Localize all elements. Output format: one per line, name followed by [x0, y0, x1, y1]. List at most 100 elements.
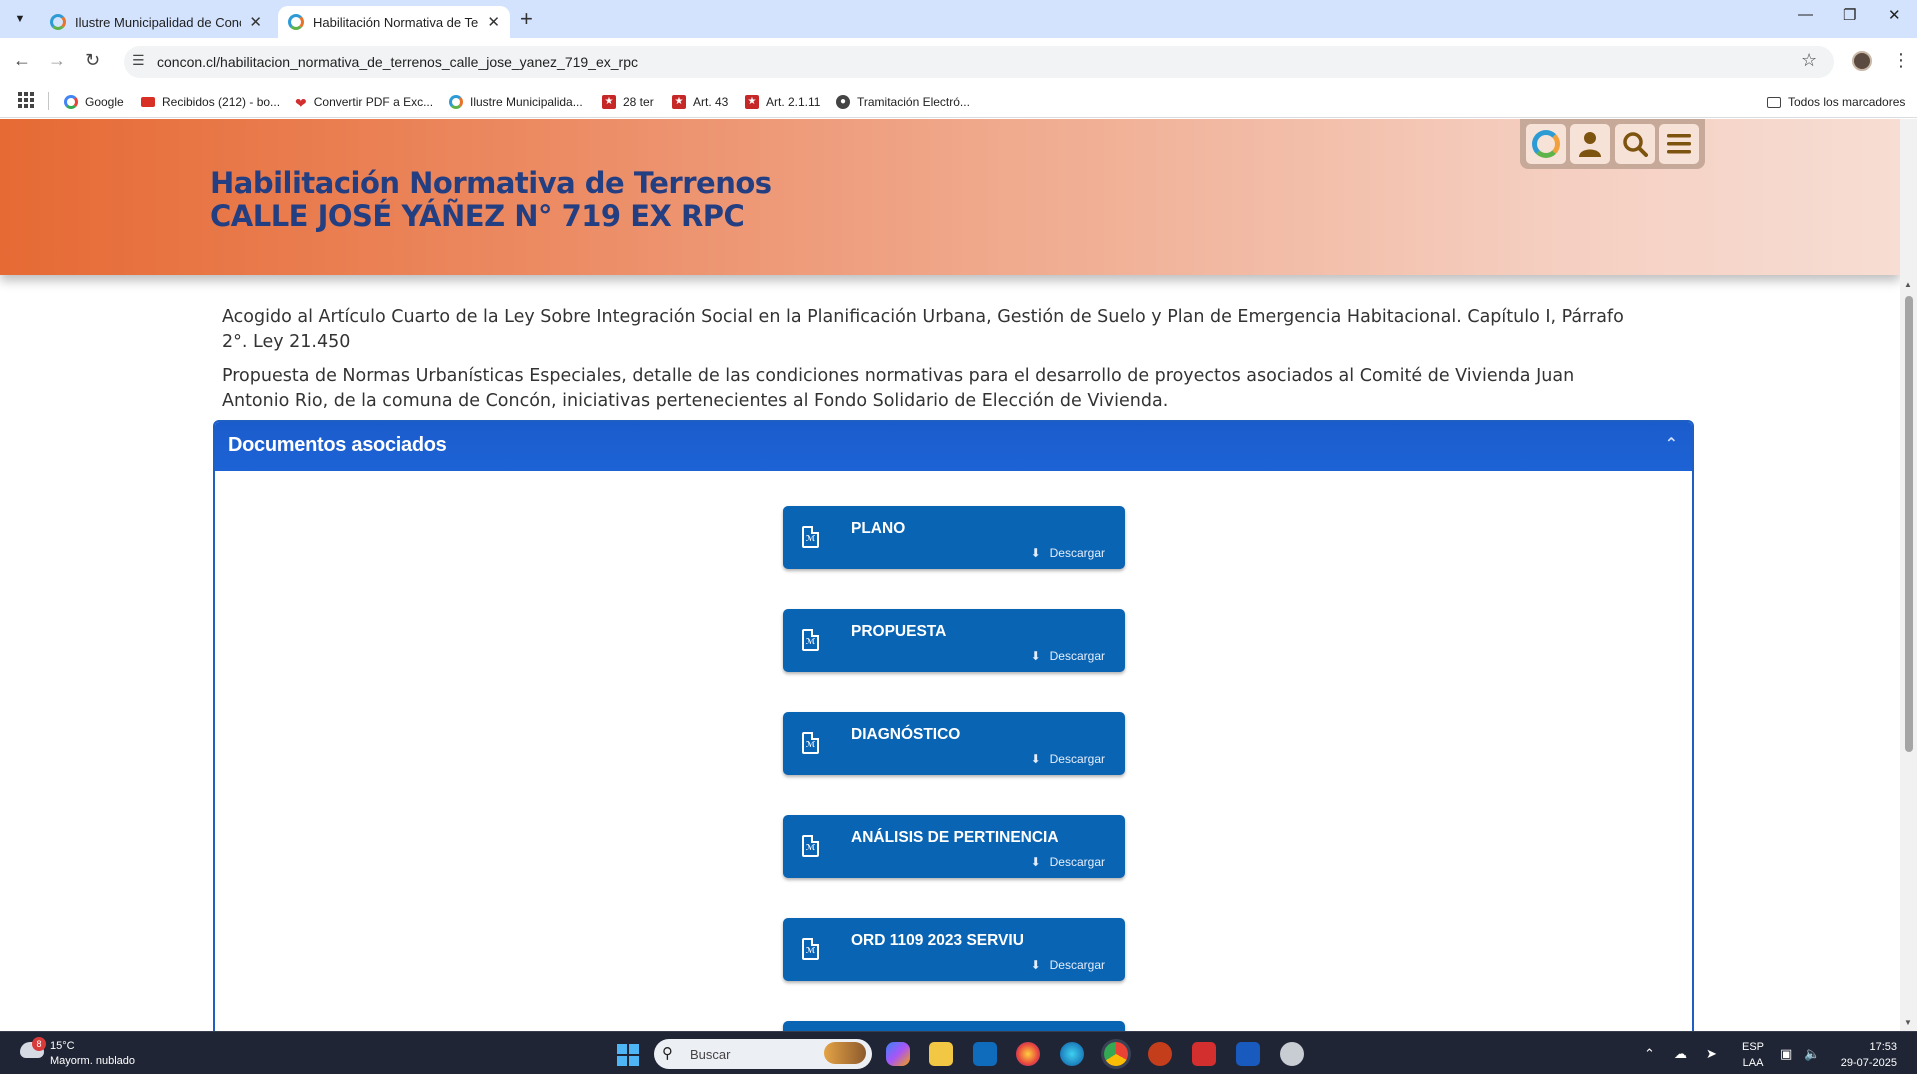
bookmark-label: Recibidos (212) - bo...: [162, 95, 281, 109]
bookmark-municipalidad[interactable]: Ilustre Municipalida...: [449, 91, 583, 113]
document-name: PLANO: [851, 520, 906, 537]
document-card-plano[interactable]: ℳ PLANO ⬇ Descargar: [783, 506, 1125, 569]
concon-favicon-icon: [50, 14, 66, 30]
bookmark-art-2-1-11[interactable]: ★ Art. 2.1.11: [745, 91, 820, 113]
document-card-diagnostico[interactable]: ℳ DIAGNÓSTICO ⬇ Descargar: [783, 712, 1125, 775]
bookmark-gmail[interactable]: Recibidos (212) - bo...: [141, 91, 280, 113]
bookmark-google[interactable]: Google: [64, 91, 124, 113]
bookmark-convertir-pdf[interactable]: ❤ Convertir PDF a Exc...: [295, 91, 433, 113]
close-window-button[interactable]: ✕: [1888, 6, 1901, 24]
word-app-icon[interactable]: [1236, 1042, 1260, 1066]
menu-button[interactable]: [1658, 124, 1699, 164]
bookmark-art-43[interactable]: ★ Art. 43: [672, 91, 728, 113]
network-icon[interactable]: ▣: [1780, 1046, 1792, 1062]
download-link[interactable]: ⬇ Descargar: [1031, 649, 1105, 663]
page-header-banner: Habilitación Normativa de Terrenos CALLE…: [0, 119, 1900, 275]
weather-widget[interactable]: 15°C Mayorm. nublado: [50, 1039, 135, 1069]
download-label: Descargar: [1049, 958, 1105, 972]
bookmark-star-icon: ★: [672, 95, 686, 109]
volume-icon[interactable]: 🔈: [1804, 1046, 1820, 1062]
language-code: ESP: [1742, 1041, 1765, 1053]
download-label: Descargar: [1049, 855, 1105, 869]
profile-avatar[interactable]: [1852, 51, 1872, 71]
bookmark-28-ter[interactable]: ★ 28 ter: [602, 91, 654, 113]
edge-app-icon[interactable]: [1060, 1042, 1084, 1066]
document-card-analisis-pertinencia[interactable]: ℳ ANÁLISIS DE PERTINENCIA ⬇ Descargar: [783, 815, 1125, 878]
clock-time: 17:53: [1869, 1041, 1897, 1053]
document-card-ord-1109[interactable]: ℳ ORD 1109 2023 SERVIU ⬇ Descargar: [783, 918, 1125, 981]
search-button[interactable]: [1614, 124, 1655, 164]
user-button[interactable]: [1570, 124, 1611, 164]
folder-icon: [1767, 96, 1781, 108]
site-settings-icon[interactable]: ☰: [132, 52, 145, 69]
copilot-app-icon[interactable]: [886, 1042, 910, 1066]
panel-header[interactable]: Documentos asociados ⌃: [215, 422, 1692, 471]
chevron-up-icon[interactable]: ⌃: [1665, 434, 1678, 454]
concon-logo-icon: [1532, 130, 1561, 158]
download-label: Descargar: [1049, 752, 1105, 766]
page-title: Habilitación Normativa de Terrenos CALLE…: [210, 167, 772, 233]
tab-title: Ilustre Municipalidad de Concó: [75, 14, 242, 30]
globe-icon: ●: [836, 95, 850, 109]
windows-start-button[interactable]: [617, 1044, 639, 1066]
restore-window-button[interactable]: ❐: [1843, 6, 1856, 24]
concon-logo-button[interactable]: [1526, 124, 1567, 164]
pdf-file-icon: ℳ: [802, 526, 819, 548]
bookmark-star-icon[interactable]: ☆: [1801, 50, 1817, 71]
scrollbar-thumb[interactable]: [1905, 296, 1913, 752]
outlook-app-icon[interactable]: [973, 1042, 997, 1066]
document-card-partial[interactable]: [783, 1021, 1125, 1031]
panel-title: Documentos asociados: [228, 434, 447, 456]
search-highlight-image: [824, 1042, 866, 1064]
onedrive-status-icon[interactable]: ☁: [1674, 1046, 1687, 1062]
download-icon: ⬇: [1030, 855, 1041, 869]
scroll-up-arrow-icon[interactable]: ▲: [1904, 280, 1912, 289]
browser-tab-habilitacion[interactable]: Habilitación Normativa de Terre ✕: [278, 6, 510, 38]
url-text[interactable]: concon.cl/habilitacion_normativa_de_terr…: [157, 54, 638, 70]
download-link[interactable]: ⬇ Descargar: [1031, 752, 1105, 766]
document-card-propuesta[interactable]: ℳ PROPUESTA ⬇ Descargar: [783, 609, 1125, 672]
powerpoint-app-icon[interactable]: [1148, 1042, 1172, 1066]
language-indicator[interactable]: ESP LAA: [1742, 1039, 1764, 1071]
firefox-app-icon[interactable]: [1016, 1042, 1040, 1066]
clock-date: 29-07-2025: [1840, 1057, 1897, 1069]
close-tab-icon[interactable]: ✕: [487, 13, 500, 31]
reload-button[interactable]: ↻: [85, 50, 100, 71]
search-icon: [1622, 132, 1648, 157]
system-clock[interactable]: 17:53 29-07-2025: [1837, 1039, 1897, 1071]
browser-tab-municipalidad[interactable]: Ilustre Municipalidad de Concó ✕: [40, 6, 272, 38]
intro-paragraph-1: Acogido al Artículo Cuarto de la Ley Sob…: [222, 307, 1624, 352]
bookmarks-separator: [48, 92, 49, 110]
chrome-app-icon[interactable]: [1104, 1042, 1128, 1066]
apps-grid-icon[interactable]: [18, 92, 34, 108]
minimize-window-button[interactable]: —: [1798, 6, 1813, 23]
tab-search-button[interactable]: ▼: [8, 8, 32, 30]
scroll-down-arrow-icon[interactable]: ▼: [1904, 1018, 1912, 1027]
browser-menu-icon[interactable]: ⋮: [1892, 50, 1910, 71]
download-link[interactable]: ⬇ Descargar: [1031, 546, 1105, 560]
heart-icon: ❤: [295, 95, 307, 111]
all-bookmarks-folder[interactable]: Todos los marcadores: [1767, 91, 1905, 113]
back-button[interactable]: ←: [13, 50, 31, 71]
new-tab-button[interactable]: +: [520, 6, 533, 32]
download-link[interactable]: ⬇ Descargar: [1031, 855, 1105, 869]
bookmark-star-icon: ★: [745, 95, 759, 109]
bookmark-label: 28 ter: [623, 95, 654, 109]
download-link[interactable]: ⬇ Descargar: [1031, 958, 1105, 972]
page-title-line1: Habilitación Normativa de Terrenos: [210, 166, 772, 200]
file-explorer-app-icon[interactable]: [929, 1042, 953, 1066]
bookmark-tramitacion[interactable]: ● Tramitación Electró...: [836, 91, 970, 113]
generic-app-icon[interactable]: [1280, 1042, 1304, 1066]
forward-button[interactable]: →: [48, 50, 66, 71]
keyboard-layout: LAA: [1742, 1057, 1764, 1069]
download-icon: ⬇: [1030, 958, 1041, 972]
google-icon: [64, 95, 78, 109]
all-bookmarks-label: Todos los marcadores: [1788, 95, 1906, 109]
concon-favicon-icon: [288, 14, 304, 30]
pdf-file-icon: ℳ: [802, 732, 819, 754]
close-tab-icon[interactable]: ✕: [249, 13, 262, 31]
location-icon[interactable]: ➤: [1706, 1046, 1717, 1062]
concon-icon: [449, 95, 463, 109]
show-hidden-icons-chevron-icon[interactable]: ⌃: [1644, 1046, 1655, 1062]
acrobat-app-icon[interactable]: [1192, 1042, 1216, 1066]
